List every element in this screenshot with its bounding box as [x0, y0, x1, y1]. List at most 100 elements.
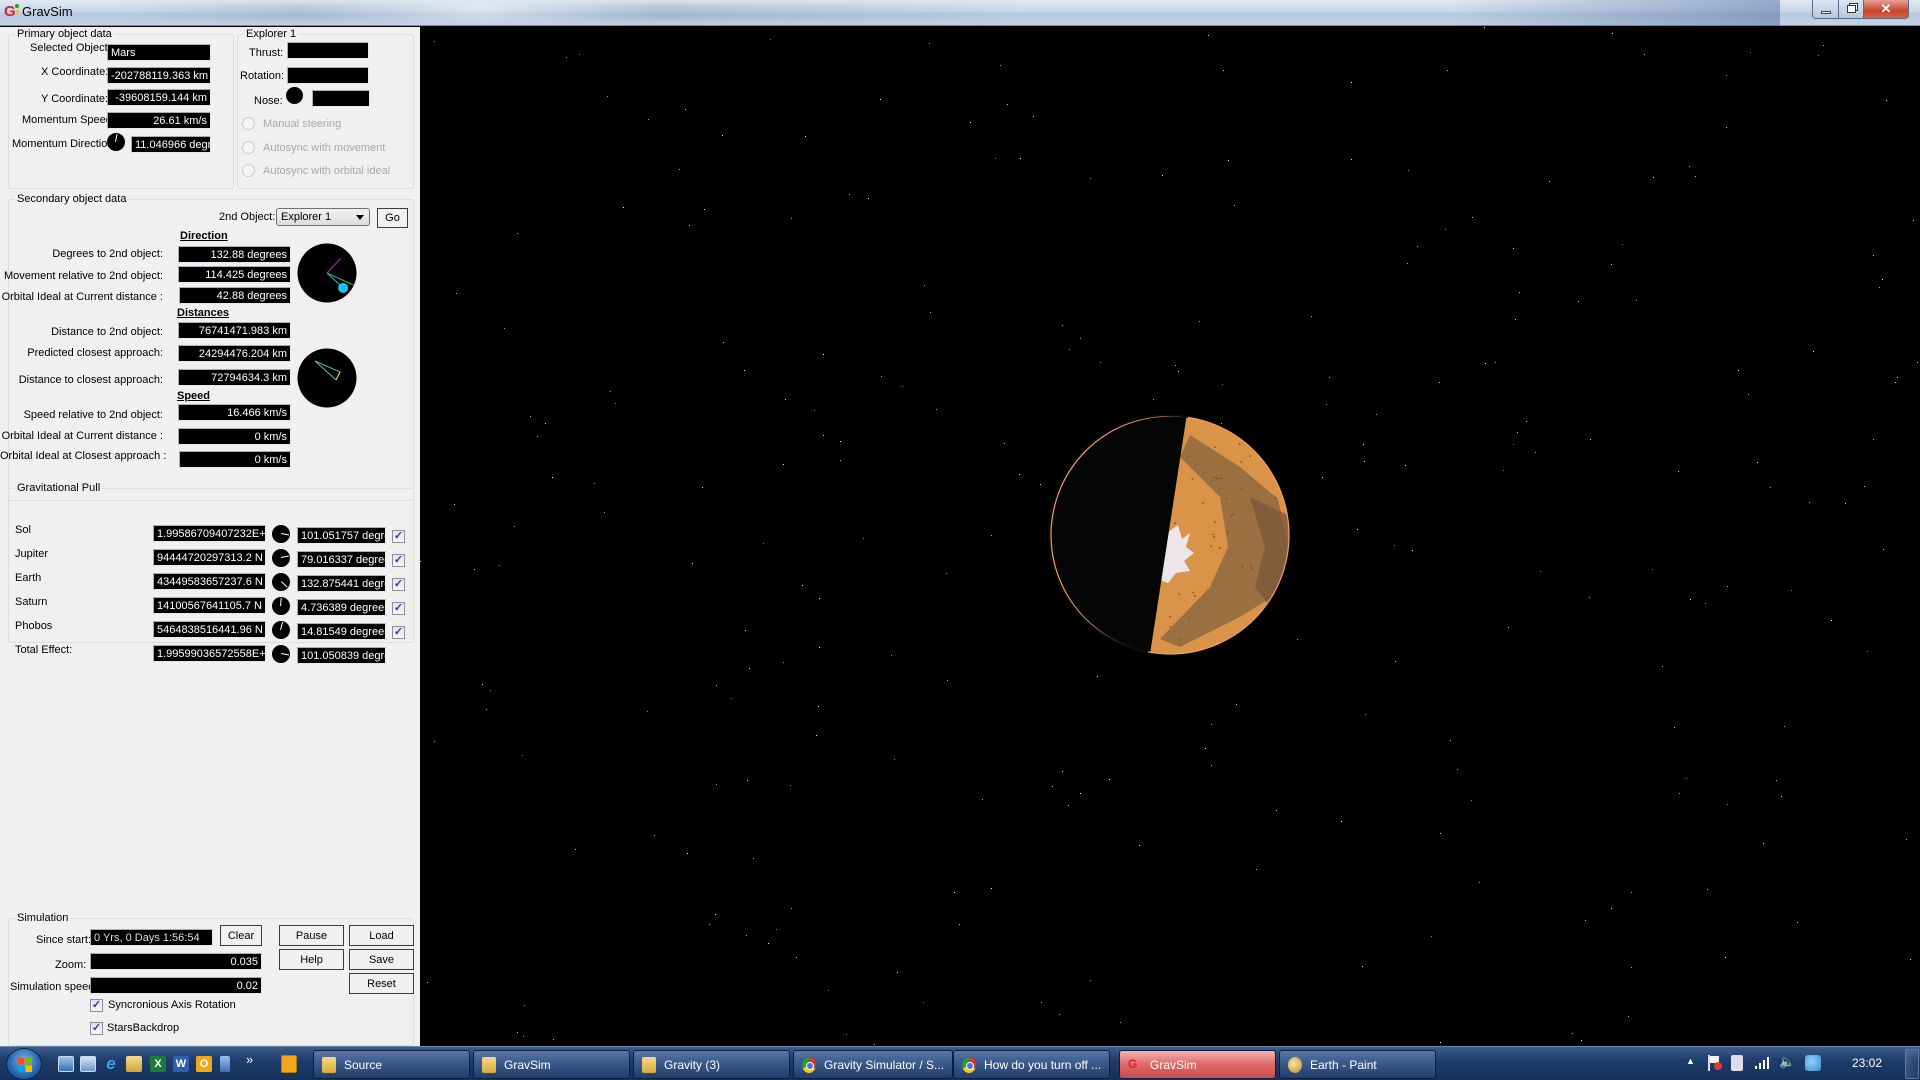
taskbar-button[interactable]: Earth - Paint	[1279, 1050, 1436, 1079]
radio-circle-icon	[242, 117, 255, 130]
excel-icon[interactable]: X	[150, 1056, 166, 1072]
save-button[interactable]: Save	[349, 949, 414, 970]
reset-button[interactable]: Reset	[349, 973, 414, 994]
gravity-include-checkbox[interactable]: ✓	[392, 626, 405, 639]
stars-backdrop-checkbox[interactable]: ✓	[90, 1022, 103, 1035]
autosync-movement-radio[interactable]: Autosync with movement	[242, 141, 385, 154]
gravity-force-field[interactable]: 43449583657237.6 N	[153, 573, 266, 590]
primary-object-group-title: Primary object data	[15, 28, 114, 40]
outlook-icon[interactable]: O	[196, 1056, 212, 1072]
taskbar-button[interactable]: Gravity Simulator / S...	[793, 1050, 953, 1079]
since-start-field[interactable]: 0 Yrs, 0 Days 1:56:54	[90, 929, 213, 946]
word-icon[interactable]: W	[173, 1056, 189, 1072]
clear-button[interactable]: Clear	[220, 925, 262, 946]
power-icon[interactable]	[1731, 1055, 1743, 1071]
momentum-direction-field[interactable]: 11.046966 degrees	[131, 136, 211, 153]
simulation-speed-field[interactable]: 0.02	[90, 977, 262, 994]
dial-hand	[115, 133, 118, 142]
outlook-pinned-icon[interactable]	[281, 1055, 297, 1073]
distance-to-closest-field[interactable]: 72794634.3 km	[178, 369, 291, 386]
gravity-force-field[interactable]: 94444720297313.2 N	[153, 549, 266, 566]
simulation-viewport[interactable]	[420, 27, 1920, 1046]
restore-button[interactable]	[1838, 0, 1864, 19]
pause-button[interactable]: Pause	[279, 925, 344, 946]
chrome-icon	[802, 1056, 816, 1073]
second-object-dropdown[interactable]: Explorer 1	[276, 208, 370, 226]
orbital-ideal-closest-field[interactable]: 0 km/s	[179, 451, 291, 468]
taskbar-button[interactable]: How do you turn off ...	[953, 1050, 1110, 1079]
chrome-icon	[962, 1056, 976, 1073]
autosync-orbital-radio[interactable]: Autosync with orbital ideal	[242, 164, 390, 177]
gravity-body-name: Phobos	[15, 620, 53, 632]
show-hidden-icons[interactable]: ▲	[1686, 1056, 1695, 1066]
relative-speed-field[interactable]: 16.466 km/s	[178, 404, 291, 421]
surface-speck	[1180, 638, 1182, 641]
gravity-direction-field[interactable]: 132.875441 degrees	[297, 575, 386, 592]
minimize-button[interactable]	[1812, 0, 1839, 19]
distance-to-second-field[interactable]: 76741471.983 km	[178, 322, 291, 339]
show-desktop-icon[interactable]	[58, 1056, 74, 1072]
total-effect-direction-field[interactable]: 101.050839 degrees	[297, 647, 386, 664]
x-coordinate-field[interactable]: -202788119.363 km	[107, 67, 211, 84]
predicted-closest-field[interactable]: 24294476.204 km	[178, 345, 291, 362]
paint-icon	[1288, 1056, 1302, 1073]
gravity-include-checkbox[interactable]: ✓	[392, 530, 405, 543]
folder-icon	[322, 1056, 336, 1073]
orbital-ideal-direction-field[interactable]: 42.88 degrees	[179, 287, 291, 304]
manual-steering-radio[interactable]: Manual steering	[242, 117, 341, 130]
orbital-ideal-current-field[interactable]: 0 km/s	[178, 428, 291, 445]
help-button[interactable]: Help	[279, 949, 344, 970]
surface-speck	[1188, 617, 1191, 619]
gravity-direction-field[interactable]: 101.051757 degrees	[297, 527, 386, 544]
degrees-to-second-field[interactable]: 132.88 degrees	[178, 246, 291, 263]
quick-launch-overflow-icon[interactable]: »	[246, 1052, 253, 1067]
download-icon[interactable]	[220, 1056, 230, 1072]
taskbar-button[interactable]: GravSim	[473, 1050, 630, 1079]
gravity-direction-field[interactable]: 79.016337 degrees	[297, 551, 386, 568]
switch-windows-icon[interactable]	[80, 1056, 96, 1072]
y-coordinate-field[interactable]: -39608159.144 km	[107, 89, 211, 106]
gravity-direction-dial	[272, 549, 290, 567]
dropbox-icon[interactable]	[1805, 1055, 1821, 1071]
rotation-field[interactable]	[287, 67, 369, 84]
taskbar-button[interactable]: G GravSim	[1119, 1050, 1276, 1079]
gravity-include-checkbox[interactable]: ✓	[392, 554, 405, 567]
explorer-folder-icon[interactable]	[126, 1056, 142, 1072]
total-effect-force-field[interactable]: 1.99599036572558E+18 N	[153, 645, 266, 662]
title-bar[interactable]: G GravSim ✕	[0, 0, 1920, 26]
gravity-direction-field[interactable]: 14.81549 degrees	[297, 623, 386, 640]
clock[interactable]: 23:02	[1852, 1056, 1882, 1070]
surface-speck	[1249, 564, 1252, 567]
gravity-include-checkbox[interactable]: ✓	[392, 578, 405, 591]
surface-speck	[1191, 477, 1194, 480]
start-button[interactable]	[6, 1048, 42, 1080]
nose-field[interactable]	[312, 90, 370, 107]
gravity-body-name: Saturn	[15, 596, 48, 608]
thrust-field[interactable]	[287, 42, 369, 59]
action-center-icon[interactable]	[1707, 1055, 1722, 1071]
gravity-direction-field[interactable]: 4.736389 degrees	[297, 599, 386, 616]
gravity-force-field[interactable]: 1.99586709407232E+18 N	[153, 525, 266, 542]
go-button[interactable]: Go	[377, 208, 408, 228]
gravity-force-field[interactable]: 14100567641105.7 N	[153, 597, 266, 614]
network-signal-icon[interactable]	[1755, 1055, 1771, 1071]
surface-speck	[1241, 566, 1244, 568]
checkmark-icon: ✓	[393, 554, 404, 566]
internet-explorer-icon[interactable]: e	[103, 1055, 119, 1072]
sync-axis-checkbox[interactable]: ✓	[90, 999, 103, 1012]
selected-object-field[interactable]: Mars	[107, 44, 211, 61]
volume-icon[interactable]: 🔈	[1779, 1054, 1795, 1070]
checkmark-icon: ✓	[393, 530, 404, 542]
load-button[interactable]: Load	[349, 925, 414, 946]
movement-relative-field[interactable]: 114.425 degrees	[178, 266, 291, 283]
taskbar-button[interactable]: Gravity (3)	[633, 1050, 790, 1079]
zoom-field[interactable]: 0.035	[90, 953, 262, 970]
momentum-speed-field[interactable]: 26.61 km/s	[107, 112, 211, 129]
gravity-include-checkbox[interactable]: ✓	[392, 602, 405, 615]
taskbar-button[interactable]: Source	[313, 1050, 470, 1079]
show-desktop-button[interactable]	[1905, 1049, 1919, 1079]
gravity-body-name: Sol	[15, 524, 31, 536]
gravity-force-field[interactable]: 5464838516441.96 N	[153, 621, 266, 638]
close-button[interactable]: ✕	[1863, 0, 1909, 19]
dial-hand	[280, 597, 282, 606]
